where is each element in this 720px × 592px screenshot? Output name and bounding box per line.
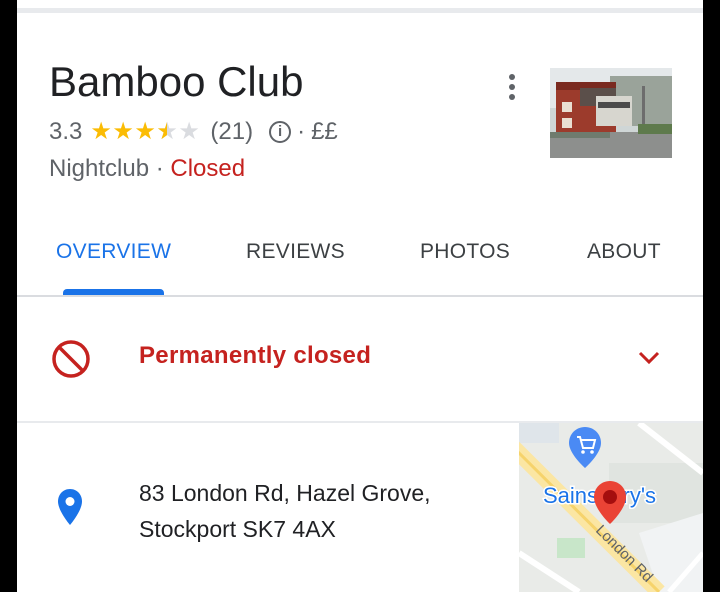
- separator-dot: ·: [297, 117, 306, 145]
- place-title: Bamboo Club: [49, 58, 304, 105]
- rating-stars: ★ ★ ★ ★ ★: [90, 117, 200, 146]
- address[interactable]: 83 London Rd, Hazel Grove, Stockport SK7…: [139, 475, 431, 547]
- star-empty-icon: ★: [178, 118, 200, 145]
- rating-row[interactable]: 3.3 ★ ★ ★ ★ ★ (21) i · ££: [49, 117, 338, 146]
- chevron-down-icon[interactable]: [637, 349, 661, 367]
- place-photo-thumbnail[interactable]: [550, 68, 672, 158]
- permanently-closed-row[interactable]: Permanently closed: [17, 297, 703, 421]
- category-row: Nightclub · Closed: [49, 155, 245, 183]
- star-full-icon: ★: [112, 118, 134, 145]
- map-thumbnail[interactable]: Sainsbury's London Rd: [519, 423, 703, 592]
- price-level: ££: [311, 117, 338, 145]
- info-icon[interactable]: i: [269, 120, 292, 143]
- open-status: Closed: [170, 155, 246, 182]
- more-vert-icon[interactable]: [509, 74, 517, 100]
- tab-about[interactable]: ABOUT: [587, 240, 661, 264]
- star-full-icon: ★: [134, 118, 156, 145]
- review-count[interactable]: (21): [210, 118, 253, 146]
- tab-photos[interactable]: PHOTOS: [420, 240, 510, 264]
- rating-value: 3.3: [49, 117, 83, 145]
- block-icon: [52, 340, 90, 378]
- location-pin-icon: [58, 489, 82, 525]
- tab-reviews[interactable]: REVIEWS: [246, 240, 345, 264]
- tab-bar: OVERVIEW REVIEWS PHOTOS ABOUT: [17, 228, 703, 296]
- address-line-1: 83 London Rd, Hazel Grove,: [139, 480, 431, 506]
- category-label: Nightclub: [49, 155, 150, 182]
- separator-dot: ·: [149, 155, 171, 182]
- star-half-icon: ★: [156, 117, 178, 146]
- address-line-2: Stockport SK7 4AX: [139, 516, 336, 542]
- place-card: Bamboo Club 3.3 ★ ★ ★ ★ ★ (21) i · ££ Ni…: [17, 0, 703, 592]
- drag-handle-bar: [17, 8, 703, 13]
- closed-banner-label: Permanently closed: [139, 342, 372, 369]
- star-full-icon: ★: [90, 118, 112, 145]
- tab-overview[interactable]: OVERVIEW: [56, 240, 171, 264]
